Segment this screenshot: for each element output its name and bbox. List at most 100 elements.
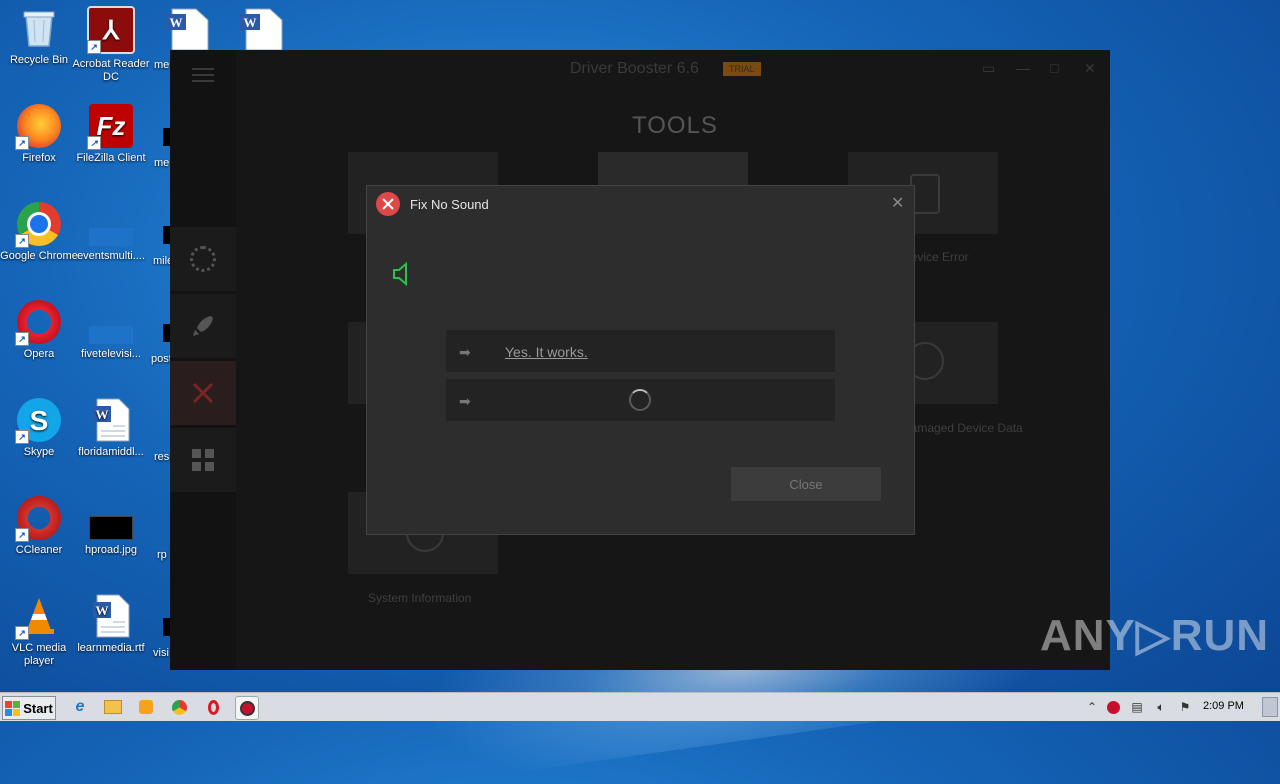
taskbar-opera-icon[interactable]	[202, 696, 224, 718]
desktop-icon-eventsmulti[interactable]: eventsmulti....	[72, 202, 150, 263]
tray-volume-icon[interactable]: 🔈︎	[1153, 699, 1169, 715]
file-icon-partial	[163, 324, 170, 342]
minimize-icon[interactable]: —	[1016, 60, 1030, 76]
word-document-icon: W	[89, 594, 133, 638]
yes-it-works-link[interactable]: Yes. It works.	[505, 344, 588, 360]
shortcut-arrow-icon: ↗	[15, 626, 29, 640]
desktop-icon-google-chrome[interactable]: ↗ Google Chrome	[0, 202, 78, 263]
desktop-icon-label: hproad.jpg	[85, 544, 137, 556]
trial-badge: TRIAL	[723, 62, 761, 76]
desktop-icon-hproad[interactable]: hproad.jpg	[72, 496, 150, 557]
scan-ring-icon	[190, 246, 216, 272]
desktop-icon-label: Firefox	[22, 152, 56, 164]
desktop-icon-label: fivetelevisi...	[81, 348, 141, 360]
svg-text:W: W	[96, 603, 109, 618]
tray-network-icon[interactable]: ▤	[1129, 699, 1145, 715]
taskbar-explorer-icon[interactable]	[102, 696, 124, 718]
skype-icon: S ↗	[15, 398, 61, 444]
desktop-icon-recycle-bin[interactable]: Recycle Bin	[0, 6, 78, 67]
ccleaner-icon: ↗	[15, 496, 61, 542]
desktop-icon-ccleaner[interactable]: ↗ CCleaner	[0, 496, 78, 557]
tile-label: Damaged Device Data	[902, 421, 1023, 435]
section-title: TOOLS	[632, 112, 718, 139]
tools-cross-icon	[192, 382, 214, 404]
hamburger-menu-icon[interactable]	[192, 64, 214, 86]
shortcut-arrow-icon: ↗	[15, 136, 29, 150]
taskbar-media-player-icon[interactable]	[135, 696, 157, 718]
dialog-close-icon[interactable]: ✕	[891, 193, 904, 213]
filezilla-icon: Fz ↗	[87, 104, 133, 150]
desktop-icon-label-partial: me	[154, 157, 170, 169]
arrow-right-icon: ➡	[459, 393, 471, 409]
grid-icon	[192, 449, 214, 471]
desktop-icon-label: learnmedia.rtf	[77, 642, 145, 654]
maximize-icon[interactable]: □	[1050, 60, 1058, 76]
desktop-icon-vlc-media-player[interactable]: ↗ VLC media player	[0, 594, 78, 668]
close-icon[interactable]: ✕	[1084, 60, 1096, 77]
vlc-cone-icon: ↗	[15, 594, 61, 640]
taskbar-driver-booster-icon[interactable]	[235, 696, 259, 720]
desktop-icon-label: CCleaner	[15, 544, 63, 556]
shortcut-arrow-icon: ↗	[15, 234, 29, 248]
shortcut-arrow-icon: ↗	[15, 332, 29, 346]
firefox-icon: ↗	[15, 104, 61, 150]
word-document-icon[interactable]: W	[164, 8, 210, 51]
desktop-icon-label: Acrobat Reader DC	[72, 58, 150, 83]
sidebar-item-tools[interactable]	[170, 361, 236, 425]
desktop-icon-filezilla[interactable]: Fz ↗ FileZilla Client	[72, 104, 150, 165]
tile-label: System Information	[368, 591, 472, 605]
file-icon-partial	[163, 226, 170, 244]
shortcut-arrow-icon: ↗	[15, 528, 29, 542]
opera-icon: ↗	[15, 300, 61, 346]
option-row-yes[interactable]: ➡ Yes. It works.	[446, 330, 835, 372]
sidebar-item-scan[interactable]	[170, 227, 236, 291]
desktop-icon-opera[interactable]: ↗ Opera	[0, 300, 78, 361]
tray-show-hidden-icon[interactable]: ⌃	[1084, 699, 1100, 715]
recycle-bin-icon	[17, 6, 61, 50]
feedback-icon[interactable]: ▭	[982, 60, 995, 77]
acrobat-icon: ⅄ ↗	[87, 6, 135, 54]
desktop-icon-acrobat-reader[interactable]: ⅄ ↗ Acrobat Reader DC	[72, 6, 150, 84]
repair-tools-icon	[376, 192, 400, 216]
desktop-icon-label: eventsmulti....	[77, 250, 145, 262]
desktop-icon-floridamiddl[interactable]: W floridamiddl...	[72, 398, 150, 459]
show-desktop-button[interactable]	[1262, 697, 1278, 717]
speaker-icon	[393, 262, 407, 286]
app-sidebar	[170, 50, 236, 670]
desktop-icon-firefox[interactable]: ↗ Firefox	[0, 104, 78, 165]
taskbar-chrome-icon[interactable]	[168, 696, 190, 718]
tray-driver-booster-icon[interactable]	[1105, 699, 1121, 715]
loading-spinner-icon	[629, 389, 651, 411]
svg-text:W: W	[244, 15, 257, 30]
close-button[interactable]: Close	[731, 467, 881, 501]
desktop-icon-label-partial: visi	[153, 647, 169, 659]
sidebar-item-boost[interactable]	[170, 294, 236, 358]
system-clock[interactable]: 2:09 PM	[1203, 700, 1244, 712]
shortcut-arrow-icon: ↗	[87, 136, 101, 150]
desktop-icon-label: floridamiddl...	[78, 446, 144, 458]
sidebar-item-action-center[interactable]	[170, 428, 236, 492]
desktop-icon-label: Recycle Bin	[9, 54, 69, 66]
image-file-icon	[89, 496, 133, 540]
tray-action-center-flag-icon[interactable]: ⚑	[1177, 699, 1193, 715]
arrow-right-icon: ➡	[459, 344, 471, 360]
desktop-icon-label: Opera	[23, 348, 55, 360]
taskbar-ie-icon[interactable]: e	[69, 696, 91, 718]
word-document-icon[interactable]: W	[238, 8, 284, 51]
desktop-icon-learnmedia[interactable]: W learnmedia.rtf	[72, 594, 150, 655]
windows-logo-icon	[5, 700, 21, 716]
start-button[interactable]: Start	[2, 696, 56, 720]
option-row-loading: ➡	[446, 379, 835, 421]
desktop-icon-label-partial: res	[154, 451, 170, 463]
desktop-icon-label-partial: post	[151, 353, 172, 365]
svg-text:W: W	[170, 15, 183, 30]
desktop-icon-skype[interactable]: S ↗ Skype	[0, 398, 78, 459]
desktop-icon-fivetelevisi[interactable]: fivetelevisi...	[72, 300, 150, 361]
taskbar: Start e ⌃ ▤ 🔈︎ ⚑ 2:09 PM	[0, 692, 1280, 721]
chrome-icon: ↗	[15, 202, 61, 248]
start-label: Start	[23, 700, 53, 716]
desktop-icon-label-partial: rp	[157, 549, 167, 561]
file-icon	[89, 202, 133, 246]
file-icon	[89, 300, 133, 344]
svg-text:W: W	[96, 407, 109, 422]
